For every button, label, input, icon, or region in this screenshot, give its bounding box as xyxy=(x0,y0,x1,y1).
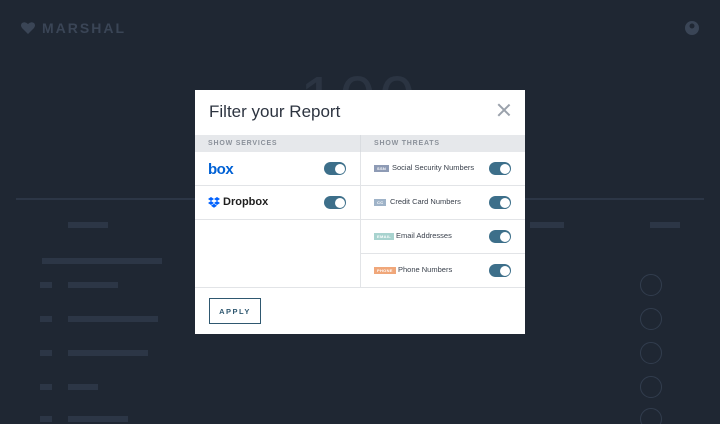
threat-row-phone: PHONE Phone Numbers xyxy=(361,254,525,288)
table-row[interactable] xyxy=(16,404,704,424)
box-toggle[interactable] xyxy=(324,162,346,175)
ssn-badge: SSN xyxy=(374,165,390,172)
heart-shield-icon xyxy=(21,22,35,34)
ssn-label: Social Security Numbers xyxy=(392,163,475,172)
close-icon[interactable] xyxy=(497,103,511,117)
threat-row-email: EMAIL Email Addresses xyxy=(361,220,525,254)
cc-toggle[interactable] xyxy=(489,196,511,209)
service-row-dropbox: Dropbox xyxy=(195,186,360,220)
dropbox-logo: Dropbox xyxy=(208,196,268,208)
user-icon[interactable] xyxy=(684,20,700,36)
apply-button[interactable]: APPLY xyxy=(209,298,261,324)
threats-header: SHOW THREATS xyxy=(360,135,525,152)
table-row[interactable] xyxy=(16,372,704,406)
threat-row-ssn: SSN Social Security Numbers xyxy=(361,152,525,186)
cc-badge: CC xyxy=(374,199,387,206)
dropbox-icon xyxy=(208,196,220,208)
threat-row-cc: CC Credit Card Numbers xyxy=(361,186,525,220)
email-label: Email Addresses xyxy=(396,231,452,240)
services-header: SHOW SERVICES xyxy=(195,135,360,152)
ssn-toggle[interactable] xyxy=(489,162,511,175)
dropbox-toggle[interactable] xyxy=(324,196,346,209)
filter-report-modal: Filter your Report SHOW SERVICES SHOW TH… xyxy=(195,90,525,334)
phone-label: Phone Numbers xyxy=(398,265,453,274)
app-logo[interactable]: MARSHAL xyxy=(20,20,126,36)
email-badge: EMAIL xyxy=(374,233,394,240)
cc-label: Credit Card Numbers xyxy=(390,197,461,206)
service-row-box: box xyxy=(195,152,360,186)
logo-text: MARSHAL xyxy=(42,20,126,36)
footer-divider xyxy=(195,287,525,288)
box-logo: box xyxy=(208,161,234,178)
modal-title: Filter your Report xyxy=(209,102,341,121)
table-row[interactable] xyxy=(16,338,704,372)
phone-toggle[interactable] xyxy=(489,264,511,277)
phone-badge: PHONE xyxy=(374,267,396,274)
dropbox-label: Dropbox xyxy=(223,196,269,208)
email-toggle[interactable] xyxy=(489,230,511,243)
column-header xyxy=(650,222,680,228)
column-header xyxy=(530,222,564,228)
column-header xyxy=(68,222,108,228)
